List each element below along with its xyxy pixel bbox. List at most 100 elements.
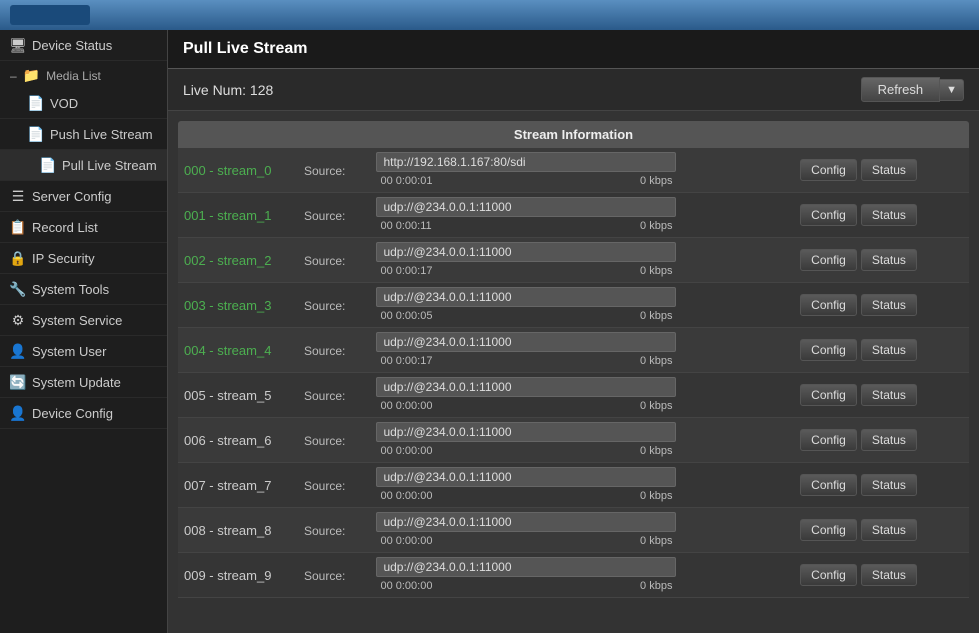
source-label-cell: Source: bbox=[298, 238, 370, 283]
config-button[interactable]: Config bbox=[800, 204, 857, 226]
status-button[interactable]: Status bbox=[861, 474, 917, 496]
sidebar-item-system-update[interactable]: 🔄 System Update bbox=[0, 367, 167, 398]
stream-kbps: 0 kbps bbox=[640, 265, 672, 277]
sidebar-item-push-live-stream[interactable]: 📄 Push Live Stream bbox=[0, 119, 167, 150]
stream-time: 00 0:00:17 bbox=[380, 265, 432, 277]
action-btns-cell: Config Status bbox=[794, 148, 969, 193]
pull-stream-icon: 📄 bbox=[40, 157, 56, 173]
source-info-cell: 00 0:00:00 0 kbps bbox=[370, 463, 794, 508]
status-button[interactable]: Status bbox=[861, 249, 917, 271]
source-info-cell: 00 0:00:00 0 kbps bbox=[370, 418, 794, 463]
toolbar: Live Num: 128 Refresh ▼ bbox=[168, 69, 979, 111]
config-button[interactable]: Config bbox=[800, 519, 857, 541]
sidebar-item-pull-live-stream[interactable]: 📄 Pull Live Stream bbox=[0, 150, 167, 181]
stream-time: 00 0:00:00 bbox=[380, 400, 432, 412]
sidebar-label-ip-security: IP Security bbox=[32, 251, 95, 266]
source-url-input[interactable] bbox=[376, 512, 676, 532]
sidebar-item-system-tools[interactable]: 🔧 System Tools bbox=[0, 274, 167, 305]
action-btns-cell: Config Status bbox=[794, 238, 969, 283]
page-header: Pull Live Stream bbox=[168, 30, 979, 69]
status-button[interactable]: Status bbox=[861, 519, 917, 541]
action-btns: Config Status bbox=[800, 474, 963, 496]
source-label-cell: Source: bbox=[298, 553, 370, 598]
action-btns-cell: Config Status bbox=[794, 418, 969, 463]
sidebar-item-vod[interactable]: 📄 VOD bbox=[0, 88, 167, 119]
stream-time: 00 0:00:00 bbox=[380, 580, 432, 592]
stream-id: 005 - stream_5 bbox=[178, 373, 298, 418]
table-row: 009 - stream_9 Source: 00 0:00:00 0 kbps… bbox=[178, 553, 969, 598]
source-url-input[interactable] bbox=[376, 332, 676, 352]
source-url-input[interactable] bbox=[376, 557, 676, 577]
source-url-input[interactable] bbox=[376, 287, 676, 307]
sidebar-item-system-service[interactable]: ⚙ System Service bbox=[0, 305, 167, 336]
source-label: Source: bbox=[304, 569, 345, 583]
sidebar-label-system-service: System Service bbox=[32, 313, 122, 328]
status-button[interactable]: Status bbox=[861, 204, 917, 226]
stream-area[interactable]: Stream Information 000 - stream_0 Source… bbox=[168, 111, 979, 633]
source-label-cell: Source: bbox=[298, 418, 370, 463]
sidebar-label-pull-live-stream: Pull Live Stream bbox=[62, 158, 157, 173]
system-tools-icon: 🔧 bbox=[10, 281, 26, 297]
table-row: 005 - stream_5 Source: 00 0:00:00 0 kbps… bbox=[178, 373, 969, 418]
status-button[interactable]: Status bbox=[861, 159, 917, 181]
push-stream-icon: 📄 bbox=[28, 126, 44, 142]
source-time-row: 00 0:00:00 0 kbps bbox=[376, 534, 676, 548]
config-button[interactable]: Config bbox=[800, 159, 857, 181]
source-url-input[interactable] bbox=[376, 152, 676, 172]
refresh-dropdown-button[interactable]: ▼ bbox=[940, 79, 964, 101]
main-content: Pull Live Stream Live Num: 128 Refresh ▼… bbox=[168, 30, 979, 633]
table-row: 001 - stream_1 Source: 00 0:00:11 0 kbps… bbox=[178, 193, 969, 238]
config-button[interactable]: Config bbox=[800, 429, 857, 451]
action-btns: Config Status bbox=[800, 294, 963, 316]
sidebar-item-server-config[interactable]: ☰ Server Config bbox=[0, 181, 167, 212]
status-button[interactable]: Status bbox=[861, 564, 917, 586]
action-btns: Config Status bbox=[800, 204, 963, 226]
sidebar-item-ip-security[interactable]: 🔒 IP Security bbox=[0, 243, 167, 274]
sidebar-label-system-update: System Update bbox=[32, 375, 121, 390]
refresh-btn-group: Refresh ▼ bbox=[861, 77, 964, 102]
source-url-input[interactable] bbox=[376, 377, 676, 397]
source-time-row: 00 0:00:00 0 kbps bbox=[376, 399, 676, 413]
config-button[interactable]: Config bbox=[800, 249, 857, 271]
status-button[interactable]: Status bbox=[861, 339, 917, 361]
config-button[interactable]: Config bbox=[800, 339, 857, 361]
live-num-value: 128 bbox=[250, 82, 273, 98]
vod-icon: 📄 bbox=[28, 95, 44, 111]
stream-kbps: 0 kbps bbox=[640, 490, 672, 502]
source-url-input[interactable] bbox=[376, 197, 676, 217]
action-btns-cell: Config Status bbox=[794, 508, 969, 553]
stream-kbps: 0 kbps bbox=[640, 220, 672, 232]
sidebar-item-device-config[interactable]: 👤 Device Config bbox=[0, 398, 167, 429]
source-url-input[interactable] bbox=[376, 242, 676, 262]
sidebar-item-media-list[interactable]: – 📁 Media List bbox=[0, 61, 167, 88]
action-btns-cell: Config Status bbox=[794, 283, 969, 328]
record-list-icon: 📋 bbox=[10, 219, 26, 235]
status-button[interactable]: Status bbox=[861, 294, 917, 316]
status-button[interactable]: Status bbox=[861, 429, 917, 451]
main-layout: 🖥 Device Status – 📁 Media List 📄 VOD 📄 P… bbox=[0, 30, 979, 633]
source-url-input[interactable] bbox=[376, 422, 676, 442]
config-button[interactable]: Config bbox=[800, 384, 857, 406]
live-num-display: Live Num: 128 bbox=[183, 82, 861, 98]
action-btns: Config Status bbox=[800, 339, 963, 361]
refresh-button[interactable]: Refresh bbox=[861, 77, 941, 102]
config-button[interactable]: Config bbox=[800, 474, 857, 496]
source-label-cell: Source: bbox=[298, 193, 370, 238]
source-url-input[interactable] bbox=[376, 467, 676, 487]
config-button[interactable]: Config bbox=[800, 564, 857, 586]
device-status-icon: 🖥 bbox=[10, 37, 26, 53]
source-info-cell: 00 0:00:01 0 kbps bbox=[370, 148, 794, 193]
sidebar-label-server-config: Server Config bbox=[32, 189, 111, 204]
source-time-row: 00 0:00:17 0 kbps bbox=[376, 354, 676, 368]
sidebar-item-record-list[interactable]: 📋 Record List bbox=[0, 212, 167, 243]
sidebar-item-system-user[interactable]: 👤 System User bbox=[0, 336, 167, 367]
sidebar-item-device-status[interactable]: 🖥 Device Status bbox=[0, 30, 167, 61]
table-row: 000 - stream_0 Source: 00 0:00:01 0 kbps… bbox=[178, 148, 969, 193]
device-config-icon: 👤 bbox=[10, 405, 26, 421]
action-btns: Config Status bbox=[800, 384, 963, 406]
source-time-row: 00 0:00:11 0 kbps bbox=[376, 219, 676, 233]
config-button[interactable]: Config bbox=[800, 294, 857, 316]
sidebar-label-system-tools: System Tools bbox=[32, 282, 109, 297]
status-button[interactable]: Status bbox=[861, 384, 917, 406]
source-label-cell: Source: bbox=[298, 373, 370, 418]
